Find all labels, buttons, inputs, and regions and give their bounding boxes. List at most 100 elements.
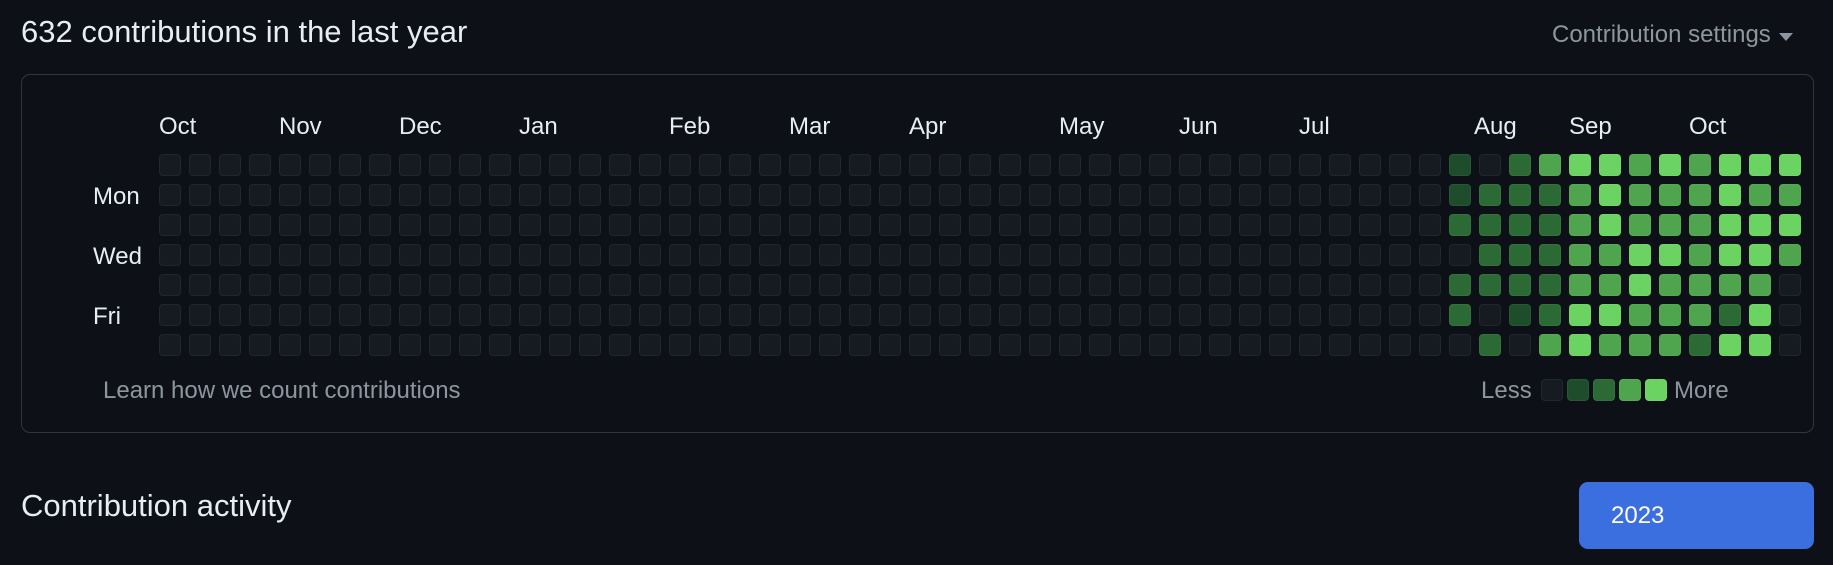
contribution-day-cell[interactable]	[1149, 154, 1171, 176]
contribution-day-cell[interactable]	[309, 304, 331, 326]
contribution-day-cell[interactable]	[1239, 334, 1261, 356]
contribution-day-cell[interactable]	[459, 304, 481, 326]
contribution-day-cell[interactable]	[999, 244, 1021, 266]
contribution-day-cell[interactable]	[279, 184, 301, 206]
contribution-day-cell[interactable]	[909, 244, 931, 266]
contribution-day-cell[interactable]	[1539, 154, 1561, 176]
contribution-day-cell[interactable]	[879, 184, 901, 206]
contribution-day-cell[interactable]	[219, 334, 241, 356]
contribution-day-cell[interactable]	[1239, 304, 1261, 326]
contribution-day-cell[interactable]	[1119, 214, 1141, 236]
contribution-day-cell[interactable]	[159, 274, 181, 296]
contribution-day-cell[interactable]	[909, 184, 931, 206]
contribution-day-cell[interactable]	[369, 154, 391, 176]
contribution-day-cell[interactable]	[1449, 304, 1471, 326]
contribution-day-cell[interactable]	[1719, 334, 1741, 356]
contribution-day-cell[interactable]	[1569, 334, 1591, 356]
contribution-day-cell[interactable]	[519, 244, 541, 266]
contribution-settings-dropdown[interactable]: Contribution settings	[1552, 21, 1793, 49]
contribution-day-cell[interactable]	[249, 214, 271, 236]
contribution-day-cell[interactable]	[849, 154, 871, 176]
contribution-day-cell[interactable]	[399, 184, 421, 206]
contribution-day-cell[interactable]	[399, 154, 421, 176]
contribution-day-cell[interactable]	[1569, 244, 1591, 266]
contribution-day-cell[interactable]	[309, 334, 331, 356]
contribution-day-cell[interactable]	[1749, 154, 1771, 176]
contribution-day-cell[interactable]	[1329, 334, 1351, 356]
contribution-day-cell[interactable]	[489, 244, 511, 266]
contribution-day-cell[interactable]	[1239, 184, 1261, 206]
contribution-day-cell[interactable]	[1209, 244, 1231, 266]
contribution-day-cell[interactable]	[1749, 244, 1771, 266]
contribution-day-cell[interactable]	[609, 214, 631, 236]
contribution-day-cell[interactable]	[1569, 184, 1591, 206]
contribution-day-cell[interactable]	[369, 304, 391, 326]
contribution-day-cell[interactable]	[1089, 274, 1111, 296]
contribution-day-cell[interactable]	[1419, 184, 1441, 206]
contribution-day-cell[interactable]	[159, 334, 181, 356]
contribution-day-cell[interactable]	[1719, 214, 1741, 236]
contribution-day-cell[interactable]	[1539, 184, 1561, 206]
contribution-day-cell[interactable]	[1449, 334, 1471, 356]
contribution-day-cell[interactable]	[339, 274, 361, 296]
contribution-day-cell[interactable]	[1569, 214, 1591, 236]
contribution-day-cell[interactable]	[939, 334, 961, 356]
contribution-day-cell[interactable]	[879, 154, 901, 176]
contribution-day-cell[interactable]	[1659, 244, 1681, 266]
contribution-day-cell[interactable]	[1719, 154, 1741, 176]
contribution-day-cell[interactable]	[1359, 214, 1381, 236]
contribution-day-cell[interactable]	[279, 274, 301, 296]
contribution-day-cell[interactable]	[1299, 184, 1321, 206]
contribution-day-cell[interactable]	[1629, 184, 1651, 206]
contribution-day-cell[interactable]	[879, 274, 901, 296]
contribution-day-cell[interactable]	[1779, 244, 1801, 266]
contribution-day-cell[interactable]	[1209, 274, 1231, 296]
contribution-day-cell[interactable]	[1149, 334, 1171, 356]
contribution-day-cell[interactable]	[1389, 154, 1411, 176]
contribution-day-cell[interactable]	[1089, 304, 1111, 326]
contribution-day-cell[interactable]	[1059, 184, 1081, 206]
contribution-day-cell[interactable]	[1239, 274, 1261, 296]
contribution-day-cell[interactable]	[1629, 244, 1651, 266]
contribution-day-cell[interactable]	[519, 214, 541, 236]
contribution-day-cell[interactable]	[1719, 274, 1741, 296]
contribution-day-cell[interactable]	[1179, 244, 1201, 266]
contribution-day-cell[interactable]	[1419, 334, 1441, 356]
contribution-day-cell[interactable]	[639, 184, 661, 206]
contribution-day-cell[interactable]	[429, 214, 451, 236]
contribution-day-cell[interactable]	[519, 184, 541, 206]
contribution-day-cell[interactable]	[1359, 184, 1381, 206]
learn-contributions-link[interactable]: Learn how we count contributions	[103, 377, 461, 405]
contribution-day-cell[interactable]	[1479, 334, 1501, 356]
contribution-day-cell[interactable]	[879, 334, 901, 356]
contribution-day-cell[interactable]	[489, 274, 511, 296]
contribution-day-cell[interactable]	[999, 184, 1021, 206]
contribution-day-cell[interactable]	[759, 334, 781, 356]
contribution-day-cell[interactable]	[1089, 244, 1111, 266]
contribution-day-cell[interactable]	[1179, 184, 1201, 206]
contribution-day-cell[interactable]	[549, 334, 571, 356]
contribution-day-cell[interactable]	[459, 244, 481, 266]
contribution-day-cell[interactable]	[459, 334, 481, 356]
contribution-day-cell[interactable]	[189, 184, 211, 206]
contribution-day-cell[interactable]	[1389, 184, 1411, 206]
contribution-day-cell[interactable]	[1119, 274, 1141, 296]
contribution-day-cell[interactable]	[969, 184, 991, 206]
contribution-day-cell[interactable]	[1479, 304, 1501, 326]
contribution-day-cell[interactable]	[1629, 214, 1651, 236]
contribution-day-cell[interactable]	[429, 184, 451, 206]
contribution-day-cell[interactable]	[879, 304, 901, 326]
contribution-day-cell[interactable]	[939, 184, 961, 206]
contribution-day-cell[interactable]	[1059, 334, 1081, 356]
contribution-day-cell[interactable]	[489, 304, 511, 326]
contribution-day-cell[interactable]	[1629, 304, 1651, 326]
contribution-day-cell[interactable]	[189, 304, 211, 326]
contribution-day-cell[interactable]	[1629, 154, 1651, 176]
contribution-day-cell[interactable]	[1719, 244, 1741, 266]
contribution-day-cell[interactable]	[1509, 274, 1531, 296]
contribution-day-cell[interactable]	[669, 244, 691, 266]
contribution-day-cell[interactable]	[279, 304, 301, 326]
contribution-day-cell[interactable]	[1059, 304, 1081, 326]
contribution-day-cell[interactable]	[1359, 154, 1381, 176]
contribution-day-cell[interactable]	[639, 214, 661, 236]
